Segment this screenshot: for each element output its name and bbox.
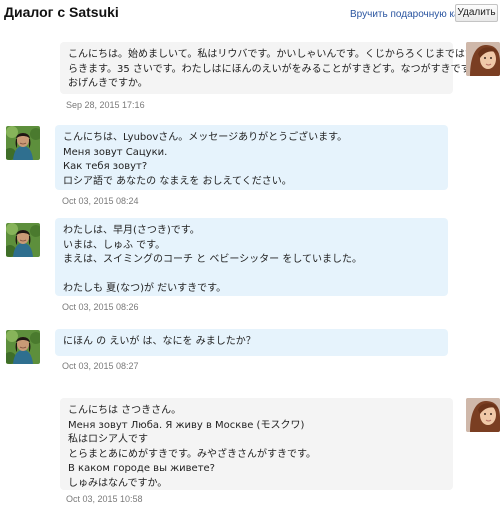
satsuki-avatar-icon[interactable] xyxy=(6,126,40,160)
message-line: わたしは、早月(さつき)です。 xyxy=(63,225,200,236)
message-bubble: わたしは、早月(さつき)です。 いまは、しゅふ です。 まえは、スイミングのコー… xyxy=(55,218,448,296)
message-line: こんにちは、Lyubovさん。メッセージありがとうございます。 xyxy=(63,132,348,143)
satsuki-avatar-icon[interactable] xyxy=(6,330,40,364)
message-line xyxy=(63,268,440,283)
message-line: らきます。35 さいです。わたしはにほんのえいがをみることがすきどす。なつがすき… xyxy=(68,63,480,75)
message-line: にほん の えいが は、なにを みましたか？ xyxy=(63,336,256,347)
message-timestamp: Oct 03, 2015 08:26 xyxy=(62,302,139,312)
message-line: Меня зовут Сацуки. xyxy=(63,146,168,158)
my-avatar-icon[interactable] xyxy=(466,42,500,76)
delete-button[interactable]: Удалить xyxy=(455,4,498,22)
message-line: おげんきですか。 xyxy=(68,78,148,90)
message-line: 私はロシア人です xyxy=(68,434,148,446)
my-avatar-icon[interactable] xyxy=(466,398,500,432)
message-bubble: こんにちは さつきさん。 Меня зовут Люба. Я живу в М… xyxy=(60,398,453,490)
header: Диалог с Satsuki Вручить подарочную карт… xyxy=(0,0,500,26)
message-line: Как тебя зовут? xyxy=(63,161,148,173)
message-timestamp: Oct 03, 2015 08:27 xyxy=(62,361,139,371)
message-bubble: こんにちは。始めましいて。私はリウバです。かいしゃいんです。くじからろくじまでは… xyxy=(60,42,480,94)
message-line: Меня зовут Люба. Я живу в Москве (モスクワ) xyxy=(68,419,305,431)
message-line: こんにちは。始めましいて。私はリウバです。かいしゃいんです。くじからろくじまでは… xyxy=(68,49,475,60)
page-title: Диалог с Satsuki xyxy=(4,4,119,20)
message-timestamp: Oct 03, 2015 10:58 xyxy=(66,494,143,504)
message-line: В каком городе вы живете? xyxy=(68,463,215,475)
message-line: とらまとあにめがすきです。みやざきさんがすきです。 xyxy=(68,448,316,460)
message-line: いまは、しゅふ です。 xyxy=(63,239,166,251)
message-line: ロシア語で あなたの なまえを おしえてください。 xyxy=(63,175,292,187)
message-line: まえは、スイミングのコーチ と ベビーシッター をしていました。 xyxy=(63,254,363,266)
message-line: しゅみはなんですか。 xyxy=(68,477,168,489)
message-bubble: こんにちは、Lyubovさん。メッセージありがとうございます。 Меня зов… xyxy=(55,125,448,190)
message-line: こんにちは さつきさん。 xyxy=(68,405,182,416)
message-bubble: にほん の えいが は、なにを みましたか？ xyxy=(55,329,448,356)
message-timestamp: Sep 28, 2015 17:16 xyxy=(66,100,145,110)
message-timestamp: Oct 03, 2015 08:24 xyxy=(62,196,139,206)
satsuki-avatar-icon[interactable] xyxy=(6,223,40,257)
message-line: わたしも 夏(なつ)が だいすきです。 xyxy=(63,283,227,295)
